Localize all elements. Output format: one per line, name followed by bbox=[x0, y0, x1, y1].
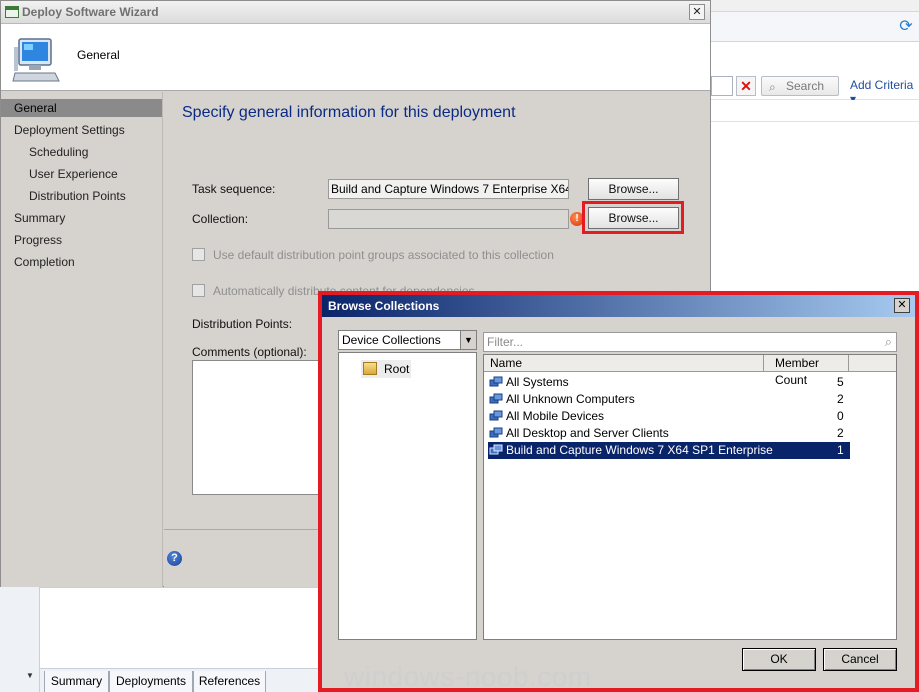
distribution-points-label: Distribution Points: bbox=[192, 317, 293, 331]
table-row[interactable]: All Mobile Devices 0 bbox=[488, 408, 850, 425]
console-bottom-tabs: Summary Deployments References bbox=[40, 668, 320, 692]
table-row-selected[interactable]: Build and Capture Windows 7 X64 SP1 Ente… bbox=[488, 442, 850, 459]
nav-item-distribution-points[interactable]: Distribution Points bbox=[1, 187, 162, 205]
console-bottom-left-pane: ▼ bbox=[0, 587, 40, 692]
row-name: All Mobile Devices bbox=[506, 409, 605, 423]
row-count: 1 bbox=[837, 443, 844, 457]
nav-item-summary[interactable]: Summary bbox=[1, 209, 162, 227]
filter-placeholder: Filter... bbox=[487, 335, 524, 349]
nav-item-deployment-settings[interactable]: Deployment Settings bbox=[1, 121, 162, 139]
wizard-close-button[interactable]: ✕ bbox=[689, 4, 705, 20]
row-name: All Desktop and Server Clients bbox=[506, 426, 669, 440]
nav-item-general[interactable]: General bbox=[1, 99, 162, 117]
comments-textarea[interactable] bbox=[192, 360, 327, 495]
task-sequence-label: Task sequence: bbox=[192, 182, 276, 196]
console-search-row: ✕ ⌕ Search Add Criteria ▾ bbox=[711, 70, 919, 106]
nav-item-completion[interactable]: Completion bbox=[1, 253, 162, 271]
console-search-input[interactable] bbox=[711, 76, 733, 96]
console-toolbar: ⟳ bbox=[711, 12, 919, 42]
tab-references[interactable]: References bbox=[193, 671, 266, 692]
task-sequence-field[interactable]: Build and Capture Windows 7 Enterprise X… bbox=[328, 179, 569, 199]
collection-icon bbox=[489, 427, 503, 438]
list-header: Name Member Count bbox=[484, 355, 896, 387]
add-criteria-label: Add Criteria bbox=[850, 78, 914, 92]
collection-type-value: Device Collections bbox=[342, 333, 441, 347]
column-header-member-count[interactable]: Member Count bbox=[765, 355, 849, 387]
row-name: Build and Capture Windows 7 X64 SP1 Ente… bbox=[506, 443, 773, 457]
tree-node-label: Root bbox=[384, 362, 410, 376]
row-name: All Systems bbox=[506, 375, 569, 389]
search-icon: ⌕ bbox=[769, 80, 776, 94]
table-row[interactable]: All Systems 5 bbox=[488, 374, 850, 391]
computer-icon bbox=[12, 38, 60, 82]
wizard-window-icon bbox=[5, 6, 19, 18]
folder-icon bbox=[363, 362, 377, 375]
console-search-button[interactable]: ⌕ Search bbox=[761, 76, 839, 96]
collection-icon bbox=[489, 444, 503, 455]
row-count: 2 bbox=[837, 426, 844, 440]
wizard-page-title: General bbox=[77, 48, 120, 62]
collection-icon bbox=[489, 393, 503, 404]
scroll-down-arrow-icon[interactable]: ▼ bbox=[26, 671, 34, 680]
tab-deployments[interactable]: Deployments bbox=[109, 671, 193, 692]
browse-collections-dialog: Browse Collections ✕ Device Collections … bbox=[322, 295, 915, 692]
watermark-text: windows-noob.com bbox=[344, 661, 592, 692]
wizard-navigation: General Deployment Settings Scheduling U… bbox=[1, 92, 163, 587]
console-top-strip bbox=[711, 0, 919, 12]
dialog-title: Browse Collections bbox=[328, 299, 440, 313]
default-dp-checkbox[interactable] bbox=[192, 248, 205, 261]
task-sequence-browse-button[interactable]: Browse... bbox=[588, 178, 679, 200]
search-icon[interactable]: ⌕ bbox=[885, 333, 892, 351]
console-list-header bbox=[711, 100, 919, 122]
column-header-name[interactable]: Name bbox=[484, 355, 764, 372]
table-row[interactable]: All Unknown Computers 2 bbox=[488, 391, 850, 408]
collection-field[interactable] bbox=[328, 209, 569, 229]
auto-distribute-checkbox[interactable] bbox=[192, 284, 205, 297]
dialog-titlebar[interactable]: Browse Collections ✕ bbox=[322, 295, 915, 317]
search-button-label: Search bbox=[786, 79, 825, 93]
row-count: 2 bbox=[837, 392, 844, 406]
page-heading: Specify general information for this dep… bbox=[182, 104, 516, 121]
row-count: 5 bbox=[837, 375, 844, 389]
chevron-down-icon[interactable]: ▼ bbox=[460, 331, 476, 349]
nav-item-scheduling[interactable]: Scheduling bbox=[1, 143, 162, 161]
ok-button[interactable]: OK bbox=[742, 648, 816, 671]
help-icon[interactable]: ? bbox=[167, 551, 182, 566]
filter-input[interactable]: Filter... ⌕ bbox=[483, 332, 897, 352]
refresh-icon[interactable]: ⟳ bbox=[897, 18, 915, 36]
cancel-button[interactable]: Cancel bbox=[823, 648, 897, 671]
dialog-close-button[interactable]: ✕ bbox=[894, 298, 910, 313]
browse-highlight-frame bbox=[582, 201, 684, 234]
comments-label: Comments (optional): bbox=[192, 345, 307, 359]
collection-list: Name Member Count All Systems 5 All Unkn… bbox=[483, 354, 897, 640]
collection-icon bbox=[489, 410, 503, 421]
tree-node-root[interactable]: Root bbox=[361, 360, 411, 378]
default-dp-checkbox-label: Use default distribution point groups as… bbox=[213, 248, 554, 262]
wizard-title: Deploy Software Wizard bbox=[22, 5, 159, 19]
tab-summary[interactable]: Summary bbox=[44, 671, 109, 692]
collection-tree: Root bbox=[338, 352, 477, 640]
collection-label: Collection: bbox=[192, 212, 249, 226]
collection-type-select[interactable]: Device Collections ▼ bbox=[338, 330, 477, 350]
nav-item-user-experience[interactable]: User Experience bbox=[1, 165, 162, 183]
wizard-titlebar[interactable]: Deploy Software Wizard ✕ bbox=[1, 1, 710, 24]
row-name: All Unknown Computers bbox=[506, 392, 635, 406]
console-details-pane bbox=[40, 587, 320, 668]
clear-search-icon[interactable]: ✕ bbox=[736, 76, 756, 96]
wizard-header: General bbox=[1, 24, 710, 91]
nav-item-progress[interactable]: Progress bbox=[1, 231, 162, 249]
row-count: 0 bbox=[837, 409, 844, 423]
table-row[interactable]: All Desktop and Server Clients 2 bbox=[488, 425, 850, 442]
collection-icon bbox=[489, 376, 503, 387]
